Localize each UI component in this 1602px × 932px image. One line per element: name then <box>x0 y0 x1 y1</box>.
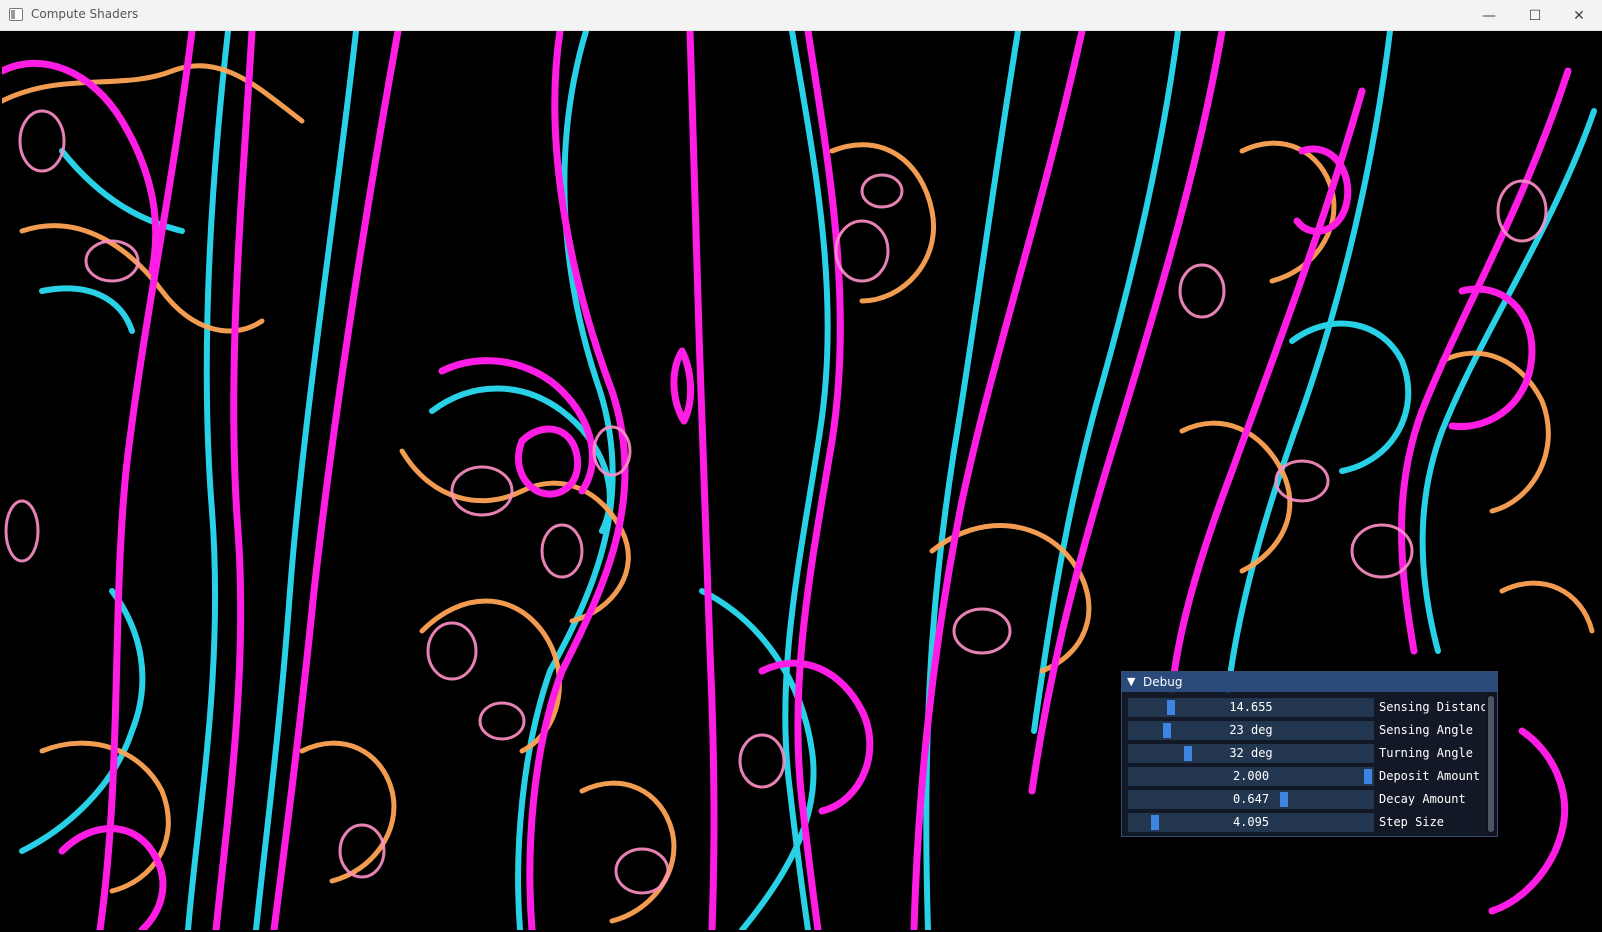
app-icon <box>9 8 23 21</box>
param-label: Decay Amount <box>1379 792 1466 806</box>
sensing-distance-slider[interactable]: 14.655 <box>1128 698 1374 717</box>
debug-panel[interactable]: ▼ Debug 14.655 Sensing Distanc 23 deg Se… <box>1121 671 1498 837</box>
close-icon: ✕ <box>1573 7 1585 24</box>
param-label: Sensing Angle <box>1379 723 1473 737</box>
minimize-button[interactable]: — <box>1466 0 1512 31</box>
param-row-sensing-angle: 23 deg Sensing Angle <box>1128 721 1488 740</box>
slider-value: 0.647 <box>1232 792 1270 806</box>
debug-panel-header[interactable]: ▼ Debug <box>1122 672 1497 692</box>
debug-panel-title: Debug <box>1143 675 1183 689</box>
param-label: Sensing Distanc <box>1379 700 1485 714</box>
param-row-step-size: 4.095 Step Size <box>1128 813 1488 832</box>
step-size-slider[interactable]: 4.095 <box>1128 813 1374 832</box>
debug-panel-scrollbar[interactable] <box>1486 692 1497 836</box>
maximize-icon: ☐ <box>1528 7 1542 24</box>
slider-value: 2.000 <box>1232 769 1270 783</box>
close-button[interactable]: ✕ <box>1556 0 1602 31</box>
minimize-icon: — <box>1482 7 1496 24</box>
param-label: Turning Angle <box>1379 746 1473 760</box>
app-window: Compute Shaders — ☐ ✕ ▼ Debug 14.655 Sen… <box>0 0 1602 932</box>
scrollbar-thumb[interactable] <box>1488 696 1494 832</box>
param-row-turning-angle: 32 deg Turning Angle <box>1128 744 1488 763</box>
slider-value: 4.095 <box>1232 815 1270 829</box>
slider-value: 14.655 <box>1229 700 1273 714</box>
title-bar[interactable]: Compute Shaders — ☐ ✕ <box>0 0 1602 31</box>
window-title: Compute Shaders <box>31 7 139 21</box>
param-label: Step Size <box>1379 815 1445 829</box>
slider-value: 23 deg <box>1229 723 1273 737</box>
turning-angle-slider[interactable]: 32 deg <box>1128 744 1374 763</box>
maximize-button[interactable]: ☐ <box>1512 0 1558 31</box>
sensing-angle-slider[interactable]: 23 deg <box>1128 721 1374 740</box>
slider-value: 32 deg <box>1229 746 1273 760</box>
param-row-decay-amount: 0.647 Decay Amount <box>1128 790 1488 809</box>
param-row-deposit-amount: 2.000 Deposit Amount <box>1128 767 1488 786</box>
decay-amount-slider[interactable]: 0.647 <box>1128 790 1374 809</box>
collapse-triangle-icon[interactable]: ▼ <box>1127 675 1135 688</box>
deposit-amount-slider[interactable]: 2.000 <box>1128 767 1374 786</box>
param-row-sensing-distance: 14.655 Sensing Distanc <box>1128 698 1488 717</box>
param-label: Deposit Amount <box>1379 769 1481 783</box>
